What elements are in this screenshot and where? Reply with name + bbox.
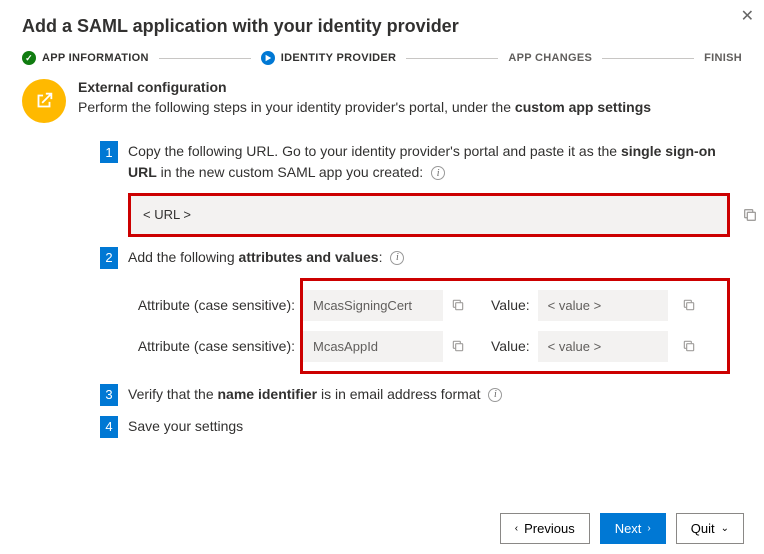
section-title: External configuration	[78, 79, 730, 95]
copy-icon[interactable]	[682, 339, 696, 353]
previous-button[interactable]: ‹ Previous	[500, 513, 590, 544]
copy-icon[interactable]	[742, 207, 758, 223]
divider	[159, 58, 251, 59]
divider	[406, 58, 498, 59]
attribute-value-field[interactable]	[538, 290, 668, 321]
step-number: 1	[100, 141, 118, 163]
text: Copy the following URL. Go to your ident…	[128, 143, 621, 159]
chevron-down-icon: ⌄	[721, 523, 729, 534]
info-icon[interactable]: i	[488, 388, 502, 402]
attribute-label: Attribute (case sensitive):	[135, 295, 295, 316]
copy-icon[interactable]	[682, 298, 696, 312]
text-bold: attributes and values	[239, 249, 379, 265]
section-desc: Perform the following steps in your iden…	[78, 99, 730, 115]
step-number: 3	[100, 384, 118, 406]
chevron-left-icon: ‹	[515, 523, 518, 534]
info-icon[interactable]: i	[431, 166, 445, 180]
page-title: Add a SAML application with your identit…	[0, 0, 764, 45]
attribute-name-field[interactable]	[303, 331, 443, 362]
button-label: Next	[615, 521, 642, 536]
button-label: Previous	[524, 521, 575, 536]
step-label: FINISH	[704, 52, 742, 64]
stepper: ✓ APP INFORMATION IDENTITY PROVIDER APP …	[0, 45, 764, 75]
text-bold: custom app settings	[515, 99, 651, 115]
close-icon[interactable]: ✕	[741, 6, 754, 26]
divider	[602, 58, 694, 59]
text: is in email address format	[317, 386, 480, 402]
attributes-block: Attribute (case sensitive): Value: Attri…	[300, 278, 730, 374]
copy-icon[interactable]	[451, 298, 465, 312]
text: Verify that the	[128, 386, 218, 402]
play-icon	[261, 51, 275, 65]
check-icon: ✓	[22, 51, 36, 65]
attribute-value-field[interactable]	[538, 331, 668, 362]
button-label: Quit	[691, 521, 715, 536]
value-label: Value:	[491, 336, 530, 357]
url-field[interactable]: < URL >	[128, 193, 730, 237]
chevron-right-icon: ›	[647, 523, 650, 534]
step-label: APP CHANGES	[508, 52, 592, 64]
copy-icon[interactable]	[451, 339, 465, 353]
attribute-name-field[interactable]	[303, 290, 443, 321]
step-finish: FINISH	[704, 52, 742, 64]
quit-button[interactable]: Quit ⌄	[676, 513, 744, 544]
value-label: Value:	[491, 295, 530, 316]
step-label: IDENTITY PROVIDER	[281, 52, 397, 64]
step-app-changes: APP CHANGES	[508, 52, 592, 64]
info-icon[interactable]: i	[390, 251, 404, 265]
step-number: 4	[100, 416, 118, 438]
next-button[interactable]: Next ›	[600, 513, 666, 544]
external-link-icon	[22, 79, 66, 123]
text: Save your settings	[128, 416, 730, 437]
step-label: APP INFORMATION	[42, 52, 149, 64]
text: Perform the following steps in your iden…	[78, 99, 515, 115]
attribute-label: Attribute (case sensitive):	[135, 336, 295, 357]
text: in the new custom SAML app you created:	[157, 164, 423, 180]
step-app-info: ✓ APP INFORMATION	[22, 51, 149, 65]
text: :	[379, 249, 383, 265]
step-identity-provider: IDENTITY PROVIDER	[261, 51, 397, 65]
text: Add the following	[128, 249, 239, 265]
text-bold: name identifier	[218, 386, 318, 402]
step-number: 2	[100, 247, 118, 269]
